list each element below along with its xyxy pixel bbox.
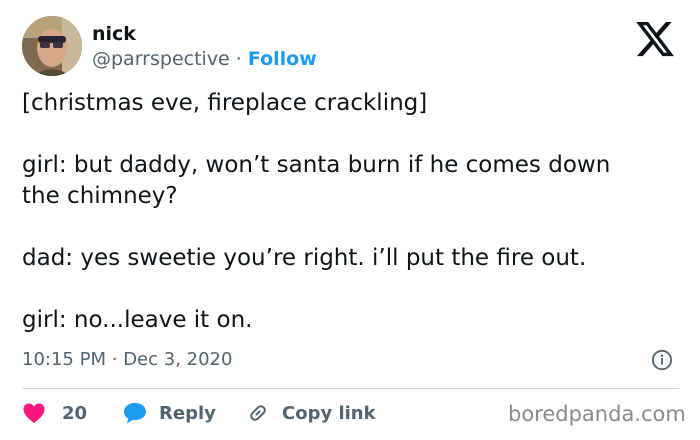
info-icon[interactable] bbox=[651, 349, 673, 371]
author-name[interactable]: nick bbox=[92, 22, 136, 46]
like-button[interactable]: 20 bbox=[22, 398, 87, 428]
author-handle[interactable]: @parrspective bbox=[92, 48, 230, 70]
avatar-photo bbox=[22, 16, 82, 76]
tweet-line: girl: no...leave it on. bbox=[22, 307, 253, 333]
like-count: 20 bbox=[62, 402, 88, 424]
tweet-text: [christmas eve, fireplace crackling] gir… bbox=[22, 88, 692, 336]
tweet-timestamp[interactable]: 10:15 PM · Dec 3, 2020 bbox=[22, 348, 232, 372]
tweet-line: girl: but daddy, won’t santa burn if he … bbox=[22, 152, 611, 178]
avatar[interactable] bbox=[22, 16, 82, 76]
divider bbox=[22, 388, 679, 389]
tweet-line: dad: yes sweetie you’re right. i’ll put … bbox=[22, 245, 587, 271]
tweet-line: the chimney? bbox=[22, 183, 178, 209]
tweet-time: 10:15 PM bbox=[22, 349, 106, 370]
author-handle-row: @parrspective · Follow bbox=[92, 47, 317, 71]
speech-bubble-icon bbox=[124, 403, 146, 424]
separator-dot: · bbox=[111, 349, 118, 370]
reply-label: Reply bbox=[159, 402, 216, 424]
tweet-date: Dec 3, 2020 bbox=[123, 349, 233, 370]
reply-button[interactable]: Reply bbox=[122, 398, 216, 428]
link-icon bbox=[250, 405, 266, 421]
x-logo-icon[interactable] bbox=[634, 18, 676, 60]
separator-dot: · bbox=[235, 48, 242, 70]
copy-link-button[interactable]: Copy link bbox=[246, 398, 376, 428]
tweet-line: [christmas eve, fireplace crackling] bbox=[22, 90, 428, 116]
copy-link-label: Copy link bbox=[282, 402, 376, 424]
heart-icon bbox=[23, 403, 45, 423]
follow-button[interactable]: Follow bbox=[248, 48, 317, 70]
watermark: boredpanda.com bbox=[508, 402, 686, 426]
